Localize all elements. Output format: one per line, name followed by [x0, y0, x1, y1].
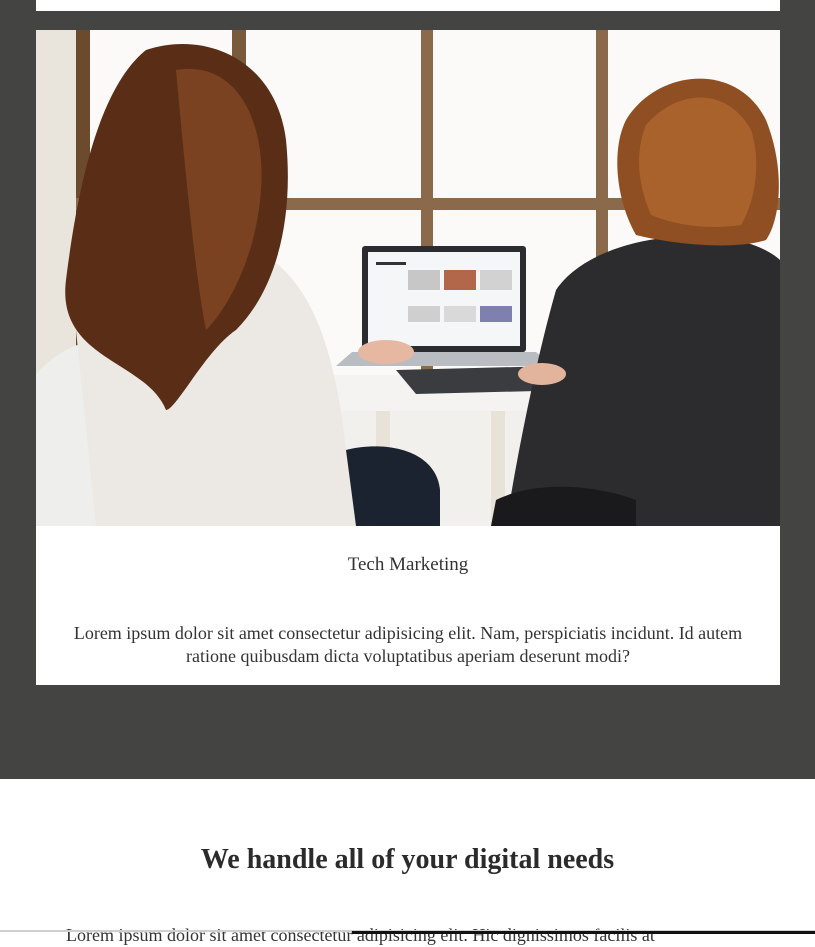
section-intro-text: Lorem ipsum dolor sit amet consectetur a… — [66, 925, 655, 945]
previous-card-edge — [36, 0, 780, 11]
section-heading: We handle all of your digital needs — [200, 844, 615, 875]
service-card-title: Tech Marketing — [347, 554, 469, 575]
service-card-description: Lorem ipsum dolor sit amet consectetur a… — [73, 623, 743, 666]
service-card-image — [36, 30, 780, 526]
service-card: Tech Marketing Lorem ipsum dolor sit ame… — [36, 30, 780, 685]
